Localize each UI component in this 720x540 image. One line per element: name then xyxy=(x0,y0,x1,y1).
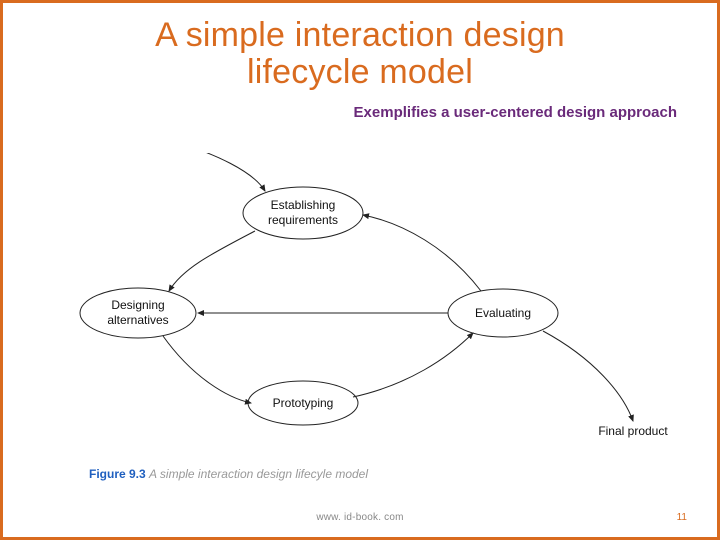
node-evaluating-label: Evaluating xyxy=(475,306,531,320)
node-establishing-label-2: requirements xyxy=(268,213,338,227)
arrow-designing-to-prototyping xyxy=(163,336,251,403)
arrow-establishing-to-designing xyxy=(169,231,255,291)
node-prototyping-label: Prototyping xyxy=(273,396,334,410)
node-designing-label-2: alternatives xyxy=(107,313,168,327)
figure-caption-text: A simple interaction design lifecyle mod… xyxy=(149,467,368,481)
figure-caption: Figure 9.3 A simple interaction design l… xyxy=(89,467,368,481)
final-product-label: Final product xyxy=(598,424,668,438)
slide-title: A simple interaction design lifecycle mo… xyxy=(3,3,717,98)
arrow-evaluating-to-final xyxy=(543,331,633,421)
arrow-entry xyxy=(178,153,265,191)
title-line-2: lifecycle model xyxy=(247,53,473,91)
footer-url: www. id-book. com xyxy=(3,512,717,523)
slide-subtitle: Exemplifies a user-centered design appro… xyxy=(3,98,717,121)
figure-number: Figure 9.3 xyxy=(89,467,146,481)
lifecycle-diagram: Establishing requirements Designing alte… xyxy=(3,153,717,473)
arrow-evaluating-to-establishing xyxy=(363,215,481,291)
node-designing-label-1: Designing xyxy=(111,298,164,312)
diagram-svg: Establishing requirements Designing alte… xyxy=(3,153,720,473)
title-line-1: A simple interaction design xyxy=(155,16,565,54)
slide-number: 11 xyxy=(677,512,687,523)
node-establishing-label-1: Establishing xyxy=(271,198,336,212)
arrow-prototyping-to-evaluating xyxy=(353,333,473,397)
